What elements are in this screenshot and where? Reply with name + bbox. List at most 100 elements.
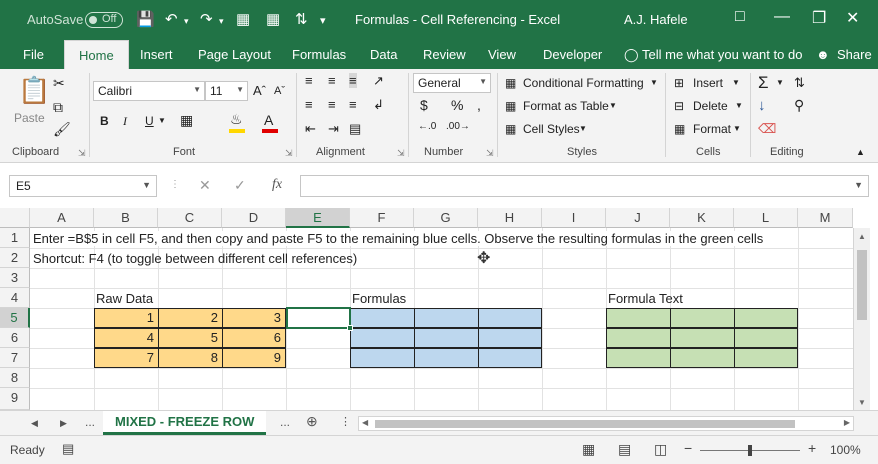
cell-c7[interactable]: 8 (158, 348, 223, 368)
cell-h7[interactable] (478, 348, 542, 368)
insert-cells-button[interactable]: Insert (693, 76, 723, 90)
col-header-l[interactable]: L (734, 208, 798, 228)
tab-review[interactable]: Review (423, 47, 466, 62)
zoom-in-icon[interactable]: + (808, 440, 816, 456)
row-header-9[interactable]: 9 (0, 388, 30, 410)
col-header-d[interactable]: D (222, 208, 286, 228)
tab-insert[interactable]: Insert (140, 47, 173, 62)
autosum-icon[interactable]: Σ (758, 73, 769, 93)
comma-style-icon[interactable]: , (477, 97, 481, 113)
number-launcher-icon[interactable]: ⇲ (486, 148, 494, 159)
cell-d7[interactable]: 9 (222, 348, 286, 368)
cell-g7[interactable] (414, 348, 479, 368)
tab-data[interactable]: Data (370, 47, 397, 62)
worksheet-grid[interactable]: A B C D E F G H I J K L M 1 2 3 4 5 6 7 … (0, 208, 878, 410)
cut-icon[interactable]: ✂ (53, 75, 65, 92)
align-bottom-icon[interactable]: ≡ (349, 73, 357, 88)
horizontal-scrollbar[interactable]: ◀ ▶ (358, 416, 854, 431)
maximize-icon[interactable]: ❐ (812, 8, 826, 28)
table-icon[interactable]: ▦ (266, 10, 280, 28)
italic-button[interactable]: I (123, 114, 127, 129)
zoom-level[interactable]: 100% (830, 443, 861, 457)
row-header-5[interactable]: 5 (0, 308, 30, 328)
cell-g6[interactable] (414, 328, 479, 348)
splitter-icon[interactable]: ⋮ (340, 415, 351, 428)
cancel-icon[interactable]: ✕ (199, 177, 211, 194)
underline-dropdown-icon[interactable]: ▼ (158, 116, 166, 125)
select-all-corner[interactable] (0, 208, 30, 228)
col-header-k[interactable]: K (670, 208, 734, 228)
scroll-left-icon[interactable]: ◀ (362, 418, 368, 427)
cell-c5[interactable]: 2 (158, 308, 223, 328)
row-header-7[interactable]: 7 (0, 348, 30, 368)
find-select-icon[interactable]: ⚲ (794, 97, 804, 114)
form-icon[interactable]: ▦ (236, 10, 250, 28)
tab-formulas[interactable]: Formulas (292, 47, 346, 62)
expand-formula-bar-icon[interactable]: ▼ (854, 180, 863, 190)
cell-h5[interactable] (478, 308, 542, 328)
more-sheets-left[interactable]: ... (85, 415, 95, 429)
cell-b5[interactable]: 1 (94, 308, 159, 328)
tab-file[interactable]: File (23, 47, 44, 62)
sort-filter-icon[interactable]: ⇅ (794, 75, 805, 91)
save-icon[interactable]: 💾 (136, 10, 155, 28)
paste-icon[interactable]: 📋 (18, 75, 50, 106)
redo-icon[interactable]: ↷ (200, 10, 213, 28)
col-header-f[interactable]: F (350, 208, 414, 228)
tab-developer[interactable]: Developer (543, 47, 602, 62)
cell-b7[interactable]: 7 (94, 348, 159, 368)
borders-icon[interactable]: ▦ (180, 112, 193, 129)
customize-qat-icon[interactable]: ▾ (320, 14, 326, 27)
scroll-down-icon[interactable]: ▼ (858, 398, 866, 407)
macro-record-icon[interactable]: ▤ (62, 441, 74, 457)
undo-dropdown-icon[interactable]: ▾ (184, 16, 189, 27)
more-sheets-right[interactable]: ... (280, 415, 290, 429)
tab-home[interactable]: Home (64, 40, 129, 69)
cell-d6[interactable]: 6 (222, 328, 286, 348)
decrease-decimal-icon[interactable]: .00→ (446, 121, 470, 132)
sheet-tab-active[interactable]: MIXED - FREEZE ROW (103, 411, 267, 435)
formula-input[interactable]: ▼ (300, 175, 869, 197)
number-format-combo[interactable]: General ▼ (413, 73, 491, 93)
ribbon-display-icon[interactable]: □ (735, 8, 745, 26)
row-header-3[interactable]: 3 (0, 268, 30, 288)
accounting-format-icon[interactable]: $ (420, 97, 428, 113)
cell-l5[interactable] (734, 308, 798, 328)
cell-f5[interactable] (350, 308, 415, 328)
cell-j5[interactable] (606, 308, 671, 328)
cell-k7[interactable] (670, 348, 735, 368)
normal-view-icon[interactable]: ▦ (582, 441, 595, 458)
col-header-e[interactable]: E (286, 208, 350, 228)
tab-page-layout[interactable]: Page Layout (198, 47, 271, 62)
minimize-icon[interactable]: — (774, 8, 790, 26)
insert-function-button[interactable]: fx (272, 177, 282, 193)
tab-view[interactable]: View (488, 47, 516, 62)
horizontal-scroll-thumb[interactable] (375, 420, 795, 428)
collapse-ribbon-icon[interactable]: ▲ (856, 147, 865, 157)
col-header-a[interactable]: A (30, 208, 94, 228)
alignment-launcher-icon[interactable]: ⇲ (397, 148, 405, 159)
cell-f7[interactable] (350, 348, 415, 368)
format-as-table-button[interactable]: Format as Table (523, 99, 609, 113)
cell-k5[interactable] (670, 308, 735, 328)
col-header-i[interactable]: I (542, 208, 606, 228)
page-break-view-icon[interactable]: ◫ (654, 441, 667, 458)
cell-j7[interactable] (606, 348, 671, 368)
align-middle-icon[interactable]: ≡ (328, 73, 336, 88)
fill-icon[interactable]: ↓ (758, 97, 766, 114)
wrap-text-icon[interactable]: ↲ (373, 97, 384, 113)
clear-icon[interactable]: ⌫ (758, 121, 776, 137)
zoom-out-icon[interactable]: − (684, 440, 692, 456)
cell-g5[interactable] (414, 308, 479, 328)
align-top-icon[interactable]: ≡ (305, 73, 313, 88)
row-header-8[interactable]: 8 (0, 368, 30, 388)
delete-cells-button[interactable]: Delete (693, 99, 728, 113)
cell-styles-button[interactable]: Cell Styles (523, 122, 580, 136)
clipboard-launcher-icon[interactable]: ⇲ (78, 148, 86, 159)
sort-icon[interactable]: ⇅ (295, 10, 308, 28)
row-header-6[interactable]: 6 (0, 328, 30, 348)
cell-h6[interactable] (478, 328, 542, 348)
cell-f6[interactable] (350, 328, 415, 348)
col-header-m[interactable]: M (798, 208, 853, 228)
share-button[interactable]: Share (837, 47, 872, 62)
